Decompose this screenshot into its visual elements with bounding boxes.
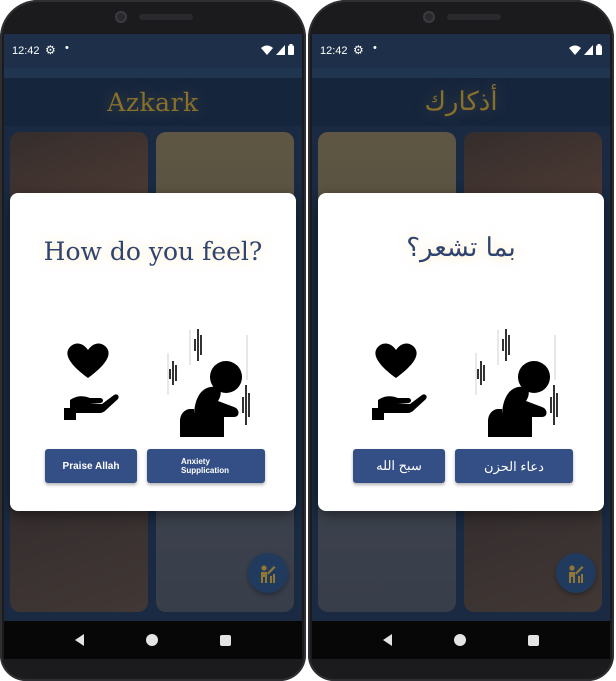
recents-icon[interactable] [528, 634, 539, 646]
signal-icon [584, 44, 593, 55]
anxiety-supplication-button[interactable]: Anxiety Supplication [147, 449, 265, 483]
status-icons [569, 44, 602, 55]
front-camera [423, 11, 435, 23]
heart-hand-icon [64, 343, 119, 420]
settings-gear-icon: ⚙ [353, 43, 364, 57]
phone-english: 12:42 ⚙ • Azkark How do you feel? Praise… [0, 0, 306, 681]
notification-dot-icon: • [65, 42, 69, 54]
notification-dot-icon: • [373, 42, 377, 54]
back-icon[interactable] [75, 634, 84, 646]
screen: 12:42 ⚙ • أذكارك بما تشعر؟ سبح الله دعاء… [312, 34, 610, 659]
wifi-icon [569, 45, 581, 55]
navigation-bar [312, 621, 610, 659]
navigation-bar [4, 621, 302, 659]
home-icon[interactable] [454, 634, 466, 646]
status-time: 12:42 [12, 45, 40, 57]
anxiety-supplication-button[interactable]: دعاء الحزن [455, 449, 573, 483]
dialog-title: بما تشعر؟ [406, 233, 516, 263]
home-icon[interactable] [146, 634, 158, 646]
wifi-icon [261, 45, 273, 55]
earpiece [139, 14, 193, 20]
sad-person-icon [475, 329, 558, 437]
phone-arabic: 12:42 ⚙ • أذكارك بما تشعر؟ سبح الله دعاء… [308, 0, 614, 681]
mood-dialog: بما تشعر؟ سبح الله دعاء الحزن [318, 193, 604, 511]
praise-allah-button[interactable]: Praise Allah [45, 449, 137, 483]
earpiece [447, 14, 501, 20]
recents-icon[interactable] [220, 634, 231, 646]
heart-hand-icon [372, 343, 427, 420]
front-camera [115, 11, 127, 23]
back-icon[interactable] [383, 634, 392, 646]
screen: 12:42 ⚙ • Azkark How do you feel? Praise… [4, 34, 302, 659]
battery-icon [596, 44, 602, 55]
status-bar: 12:42 ⚙ • [4, 34, 302, 68]
battery-icon [288, 44, 294, 55]
mood-dialog: How do you feel? Praise Allah Anxiety Su [10, 193, 296, 511]
status-time: 12:42 [320, 45, 348, 57]
settings-gear-icon: ⚙ [45, 43, 56, 57]
sad-person-icon [167, 329, 250, 437]
praise-allah-button[interactable]: سبح الله [353, 449, 445, 483]
signal-icon [276, 44, 285, 55]
dialog-title: How do you feel? [43, 237, 263, 266]
status-icons [261, 44, 294, 55]
status-bar: 12:42 ⚙ • [312, 34, 610, 68]
